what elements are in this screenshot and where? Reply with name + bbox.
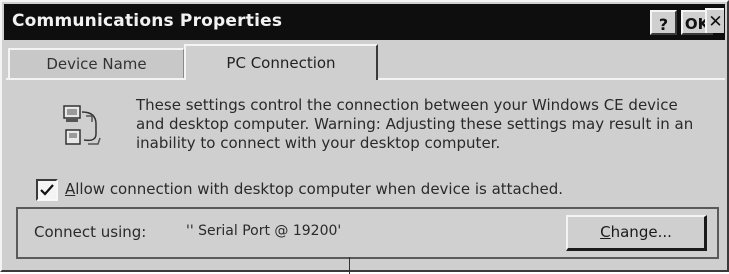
allow-connection-label[interactable]: Allow connection with desktop computer w… <box>65 179 563 199</box>
connection-description: These settings control the connection be… <box>136 96 694 152</box>
allow-connection-checkbox[interactable] <box>36 179 58 201</box>
window-title: Communications Properties <box>12 11 283 31</box>
close-button[interactable]: ✕ <box>705 8 724 33</box>
tab-device-name[interactable]: Device Name <box>8 48 184 78</box>
change-button[interactable]: Change... <box>566 215 707 251</box>
title-bar: Communications Properties ? OK <box>4 4 725 40</box>
connect-using-value: '' Serial Port @ 19200' <box>186 223 342 239</box>
help-button[interactable]: ? <box>650 10 677 35</box>
checkmark-icon <box>40 184 54 196</box>
tab-divider-left <box>6 78 184 80</box>
properties-window: Communications Properties ? OK ✕ Device … <box>0 0 729 274</box>
pc-connection-icon <box>63 105 101 145</box>
cursor-indicator <box>349 257 350 274</box>
tab-pc-connection[interactable]: PC Connection <box>184 44 378 80</box>
tab-divider-right <box>378 78 725 80</box>
connect-using-label: Connect using: <box>34 223 147 241</box>
